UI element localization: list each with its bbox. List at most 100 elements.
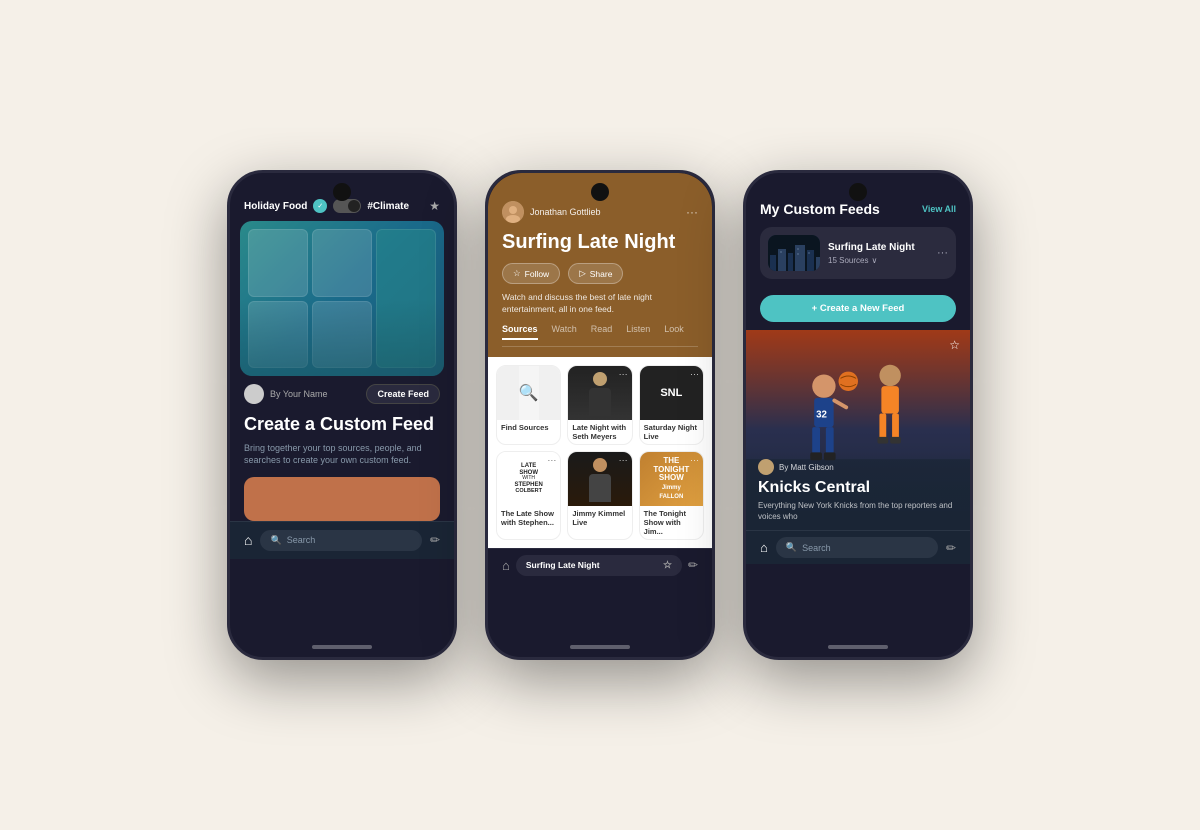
phone2-share-label: Share	[590, 269, 613, 279]
phone2-source-snl[interactable]: SNL ··· Saturday Night Live	[639, 365, 704, 445]
phone3-author-text: By Matt Gibson	[779, 463, 834, 472]
phone1-bottom-bar	[312, 645, 372, 649]
phone1-search-icon: 🔍	[270, 535, 281, 546]
phone2-star-icon: ☆	[513, 268, 521, 279]
phone1-grid-cell-large	[376, 229, 436, 368]
phone2-share-btn[interactable]: ▷ Share	[568, 263, 623, 284]
phone1-home-icon[interactable]: ⌂	[244, 532, 252, 548]
svg-text:32: 32	[816, 409, 827, 420]
phone3-search-text: Search	[802, 543, 831, 553]
phone1-star-icon[interactable]: ★	[429, 199, 440, 213]
phone2-source-lateshow[interactable]: LATE SHOW with stephen colbert ··· The L…	[496, 451, 561, 540]
phone-2-notch	[591, 183, 609, 201]
phone2-source-fallon[interactable]: THETONIGHTSHOWJimmyFALLON ··· The Tonigh…	[639, 451, 704, 540]
phone2-source-find[interactable]: 🔍 Find Sources	[496, 365, 561, 445]
phone3-feed-info: Surfing Late Night 15 Sources ∨	[828, 242, 929, 265]
phone1-search-text: Search	[287, 535, 316, 545]
phone2-description: Watch and discuss the best of late night…	[502, 292, 698, 316]
phone3-knicks-card[interactable]: 32	[746, 330, 970, 530]
phone2-kimmel-dots: ···	[619, 455, 628, 465]
phone1-author-name: By Your Name	[270, 389, 328, 399]
phone2-follow-label: Follow	[525, 269, 550, 279]
phone1-main-content: Create a Custom Feed Bring together your…	[230, 408, 454, 467]
phone2-source-kimmel-name: Jimmy Kimmel Live	[568, 506, 631, 530]
phone1-holiday-label: Holiday Food	[244, 201, 307, 212]
phone3-bottom-bar	[828, 645, 888, 649]
phone3-knicks-desc: Everything New York Knicks from the top …	[758, 501, 958, 522]
phone2-lateshow-dots: ···	[547, 455, 556, 465]
phone1-search-bar[interactable]: 🔍 Search	[260, 530, 421, 551]
phone2-tab-look[interactable]: Look	[664, 324, 684, 340]
phone2-snl-dots: ···	[690, 369, 699, 379]
phone1-title: Create a Custom Feed	[244, 414, 440, 436]
phone-3-notch	[849, 183, 867, 201]
phone2-home-icon[interactable]: ⌂	[502, 558, 510, 573]
phone2-user-avatar	[502, 201, 524, 223]
phone2-bottom-bar	[570, 645, 630, 649]
phone3-search-bar[interactable]: 🔍 Search	[776, 537, 938, 558]
phone3-header-title: My Custom Feeds	[760, 201, 880, 217]
phone2-feed-pill[interactable]: Surfing Late Night ☆	[516, 555, 682, 576]
phone2-follow-btn[interactable]: ☆ Follow	[502, 263, 560, 284]
phone2-source-lateshow-name: The Late Show with Stephen...	[497, 506, 560, 530]
phone1-avatar	[244, 384, 264, 404]
phone1-grid-cell	[312, 301, 372, 369]
phone-1-notch	[333, 183, 351, 201]
phone3-chevron-icon: ∨	[871, 256, 877, 265]
phone2-edit-icon[interactable]: ✏	[688, 558, 698, 572]
phone2-tab-listen[interactable]: Listen	[626, 324, 650, 340]
phone2-source-fallon-name: The Tonight Show with Jim...	[640, 506, 703, 539]
phone3-author-avatar	[758, 459, 774, 475]
phone2-tabs: Sources Watch Read Listen Look	[502, 324, 698, 347]
phone2-source-seth-name: Late Night with Seth Meyers	[568, 420, 631, 444]
phone2-tab-watch[interactable]: Watch	[552, 324, 577, 340]
phone3-feed-thumb	[768, 235, 820, 271]
phone2-title: Surfing Late Night	[502, 231, 698, 253]
phone3-city-svg	[768, 235, 820, 271]
phone2-source-kimmel[interactable]: ··· Jimmy Kimmel Live	[567, 451, 632, 540]
phone3-search-icon: 🔍	[786, 542, 797, 553]
phone3-by-author: By Matt Gibson	[758, 459, 958, 475]
phone1-create-feed-btn[interactable]: Create Feed	[366, 384, 440, 404]
phone-1-custom-feed: Holiday Food ✓ #Climate ★ By Your Name	[227, 170, 457, 660]
phone2-tab-read[interactable]: Read	[591, 324, 613, 340]
phone1-grid-cell	[312, 229, 372, 297]
phone1-climate-label: #Climate	[367, 201, 409, 212]
phone1-bottom-nav: ⌂ 🔍 Search ✏	[230, 521, 454, 559]
phone3-knicks-title: Knicks Central	[758, 479, 958, 497]
phone3-favorite-star-icon[interactable]: ☆	[949, 338, 960, 352]
phone3-home-icon[interactable]: ⌂	[760, 540, 768, 555]
phone3-edit-icon[interactable]: ✏	[946, 541, 956, 555]
phone3-feed-dots[interactable]: ···	[937, 247, 948, 259]
phone2-bottom-nav: ⌂ Surfing Late Night ☆ ✏	[488, 548, 712, 582]
phone3-feed-card[interactable]: Surfing Late Night 15 Sources ∨ ···	[760, 227, 956, 279]
phone2-feed-star-icon[interactable]: ☆	[663, 560, 672, 571]
phone1-orange-bar	[244, 477, 440, 521]
phone1-grid-area	[240, 221, 444, 376]
phone3-view-all[interactable]: View All	[922, 204, 956, 214]
phone2-action-btns: ☆ Follow ▷ Share	[502, 263, 698, 284]
phone1-description: Bring together your top sources, people,…	[244, 442, 440, 467]
phone2-username: Jonathan Gottlieb	[530, 207, 601, 217]
phone1-author-row: By Your Name Create Feed	[230, 376, 454, 408]
phone2-sources-grid: 🔍 Find Sources ···	[488, 357, 712, 548]
phone1-toggle[interactable]	[333, 199, 361, 213]
phone2-fallon-dots: ···	[690, 455, 699, 465]
phone2-share-icon: ▷	[579, 268, 586, 279]
phone1-grid-cell	[248, 301, 308, 369]
phone3-feed-name: Surfing Late Night	[828, 242, 929, 253]
phone1-verified-icon: ✓	[313, 199, 327, 213]
phone2-feed-label: Surfing Late Night	[526, 560, 600, 570]
phone2-tab-sources[interactable]: Sources	[502, 324, 538, 340]
phone1-edit-icon[interactable]: ✏	[430, 533, 440, 547]
phone2-source-seth[interactable]: ··· Late Night with Seth Meyers	[567, 365, 632, 445]
phone3-create-feed-btn[interactable]: + Create a New Feed	[760, 295, 956, 322]
phone3-sources-text: 15 Sources	[828, 256, 868, 265]
phone-3-my-custom-feeds: My Custom Feeds View All	[743, 170, 973, 660]
phone1-grid-cell	[248, 229, 308, 297]
phone3-bottom-nav: ⌂ 🔍 Search ✏	[746, 530, 970, 564]
phone-2-surfing-late-night: Jonathan Gottlieb ··· Surfing Late Night…	[485, 170, 715, 660]
phone2-dots-icon[interactable]: ···	[686, 205, 698, 219]
phone2-source-snl-name: Saturday Night Live	[640, 420, 703, 444]
phone2-seth-dots: ···	[619, 369, 628, 379]
